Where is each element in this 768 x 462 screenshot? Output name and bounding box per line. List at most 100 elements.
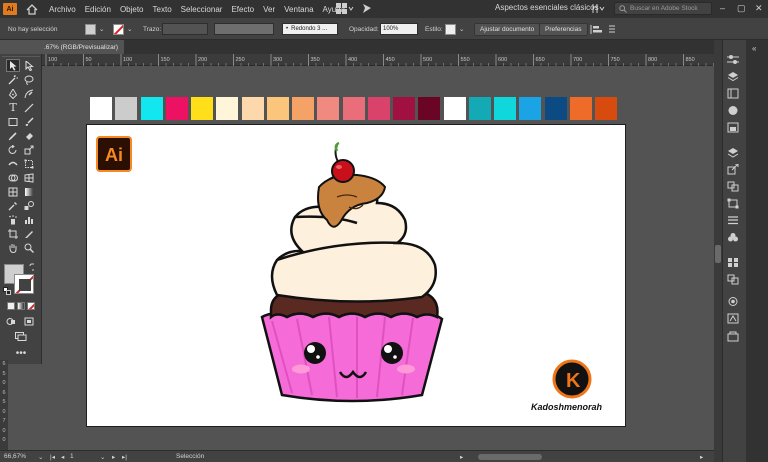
screen-mode-icon[interactable]	[22, 315, 36, 328]
artboard[interactable]: K	[86, 124, 626, 427]
style-control[interactable]: ⌄	[445, 22, 464, 36]
adobe-stock-search[interactable]: Buscar en Adobe Stock	[614, 2, 712, 15]
gradient-tool-icon[interactable]	[22, 185, 36, 198]
zoom-tool-icon[interactable]	[22, 241, 36, 254]
adjust-document-button[interactable]: Ajustar documento	[474, 22, 541, 36]
home-icon[interactable]	[23, 2, 41, 16]
swatches-panel-icon[interactable]	[727, 147, 739, 160]
appearance-panel-icon[interactable]	[727, 296, 739, 309]
maximize-icon[interactable]: ▢	[737, 3, 746, 14]
free-transform-tool-icon[interactable]	[22, 157, 36, 170]
width-tool-icon[interactable]	[6, 157, 20, 170]
transform-panel-icon[interactable]	[727, 198, 739, 211]
document-tab[interactable]: .67% (RGB/Previsualizar)	[42, 40, 124, 54]
previous-artboard-icon[interactable]: ◂	[61, 453, 64, 461]
menu-texto[interactable]: Texto	[153, 5, 172, 14]
workspace-dropdown-icon[interactable]	[591, 3, 605, 16]
pathfinder-panel-icon[interactable]	[727, 274, 739, 287]
workspace-switcher[interactable]: Aspectos esenciales clásicos	[495, 3, 599, 12]
stroke-weight-field[interactable]	[162, 22, 208, 36]
menu-ventana[interactable]: Ventana	[284, 5, 313, 14]
collapse-panels-icon[interactable]: «	[752, 44, 756, 53]
arrange-documents-icon[interactable]	[336, 3, 354, 14]
options-icon[interactable]	[608, 22, 616, 36]
artboard-dropdown-icon[interactable]: ⌄	[100, 453, 105, 461]
color-panel-icon[interactable]	[727, 105, 739, 118]
status-menu-icon[interactable]: ▸	[460, 453, 463, 461]
rectangle-tool-icon[interactable]	[6, 115, 20, 128]
pen-tool-icon[interactable]	[6, 87, 20, 100]
stroke-color-swatch[interactable]	[14, 274, 34, 294]
style-swatch[interactable]	[445, 23, 456, 35]
menu-archivo[interactable]: Archivo	[49, 5, 76, 14]
blend-tool-icon[interactable]	[22, 199, 36, 212]
last-artboard-icon[interactable]: ▸|	[122, 453, 127, 461]
color-swatch[interactable]	[140, 97, 163, 120]
stroke-weight-input[interactable]	[162, 23, 208, 35]
artboards-panel-icon[interactable]	[727, 181, 739, 194]
curvature-tool-icon[interactable]	[22, 87, 36, 100]
graphic-styles-icon[interactable]	[727, 313, 739, 326]
color-swatch[interactable]	[393, 97, 415, 120]
type-tool-icon[interactable]: T	[6, 101, 20, 114]
lasso-tool-icon[interactable]	[22, 73, 36, 86]
menu-ver[interactable]: Ver	[263, 5, 275, 14]
color-swatch[interactable]	[342, 97, 365, 120]
direct-selection-tool-icon[interactable]	[22, 59, 36, 72]
asset-export-icon[interactable]	[727, 331, 739, 344]
brush-definition[interactable]: • Redondo 3 ...	[282, 22, 338, 36]
opacity-input[interactable]: 100%	[380, 23, 418, 35]
color-swatch[interactable]	[115, 97, 138, 120]
magic-wand-tool-icon[interactable]	[6, 73, 20, 86]
draw-mode-icon[interactable]	[4, 315, 18, 328]
preferences-button[interactable]: Preferencias	[539, 22, 588, 36]
selection-tool-icon[interactable]	[6, 59, 20, 72]
scroll-right-icon[interactable]: ▸	[700, 453, 703, 461]
artboard-number[interactable]: 1	[70, 453, 74, 460]
libraries-panel-icon[interactable]	[727, 88, 739, 101]
line-tool-icon[interactable]	[22, 101, 36, 114]
artboard-tool-icon[interactable]	[6, 227, 20, 240]
stroke-none-swatch[interactable]	[113, 23, 124, 35]
layers-panel-icon[interactable]	[727, 71, 739, 84]
chevron-down-icon[interactable]: ⌄	[99, 25, 104, 33]
next-artboard-icon[interactable]: ▸	[112, 453, 115, 461]
chevron-down-icon[interactable]: ⌄	[459, 25, 464, 33]
hand-tool-icon[interactable]	[6, 241, 20, 254]
horizontal-scroll-thumb[interactable]	[478, 454, 542, 460]
color-swatch[interactable]	[90, 97, 112, 120]
minimize-icon[interactable]: –	[720, 3, 725, 13]
send-icon[interactable]	[362, 3, 372, 16]
color-swatch[interactable]	[191, 97, 213, 120]
color-swatch[interactable]	[165, 97, 188, 120]
adjust-document-button-wrap[interactable]: Ajustar documento	[474, 22, 541, 36]
color-swatch[interactable]	[468, 97, 491, 120]
color-swatch[interactable]	[418, 97, 441, 120]
shape-builder-tool-icon[interactable]	[6, 171, 20, 184]
color-swatch[interactable]	[292, 97, 314, 120]
zoom-dropdown-icon[interactable]: ⌄	[38, 453, 43, 461]
preferences-button-wrap[interactable]: Preferencias	[539, 22, 588, 36]
swap-fill-stroke-icon[interactable]	[28, 262, 38, 272]
stroke-color-control[interactable]: ⌄	[113, 22, 132, 36]
export-panel-icon[interactable]	[727, 163, 739, 177]
close-icon[interactable]: ✕	[755, 3, 763, 14]
column-graph-tool-icon[interactable]	[22, 213, 36, 226]
color-swatch[interactable]	[519, 97, 542, 120]
color-swatch[interactable]	[595, 97, 617, 120]
edit-toolbar-icon[interactable]: •••	[14, 347, 28, 360]
chevron-down-icon[interactable]: ⌄	[127, 25, 132, 33]
slice-tool-icon[interactable]	[22, 227, 36, 240]
width-profile-field[interactable]	[214, 23, 274, 35]
menu-seleccionar[interactable]: Seleccionar	[181, 5, 223, 14]
color-swatch[interactable]	[317, 97, 340, 120]
color-swatch[interactable]	[494, 97, 516, 120]
eraser-tool-icon[interactable]	[22, 129, 36, 142]
color-swatch[interactable]	[216, 97, 239, 120]
variable-width-profile[interactable]	[214, 22, 274, 36]
color-swatch[interactable]	[367, 97, 390, 120]
stroke-panel-icon[interactable]	[727, 215, 739, 228]
vertical-scrollbar[interactable]	[714, 40, 722, 462]
first-artboard-icon[interactable]: |◂	[50, 453, 55, 461]
align-icon[interactable]	[590, 22, 604, 36]
